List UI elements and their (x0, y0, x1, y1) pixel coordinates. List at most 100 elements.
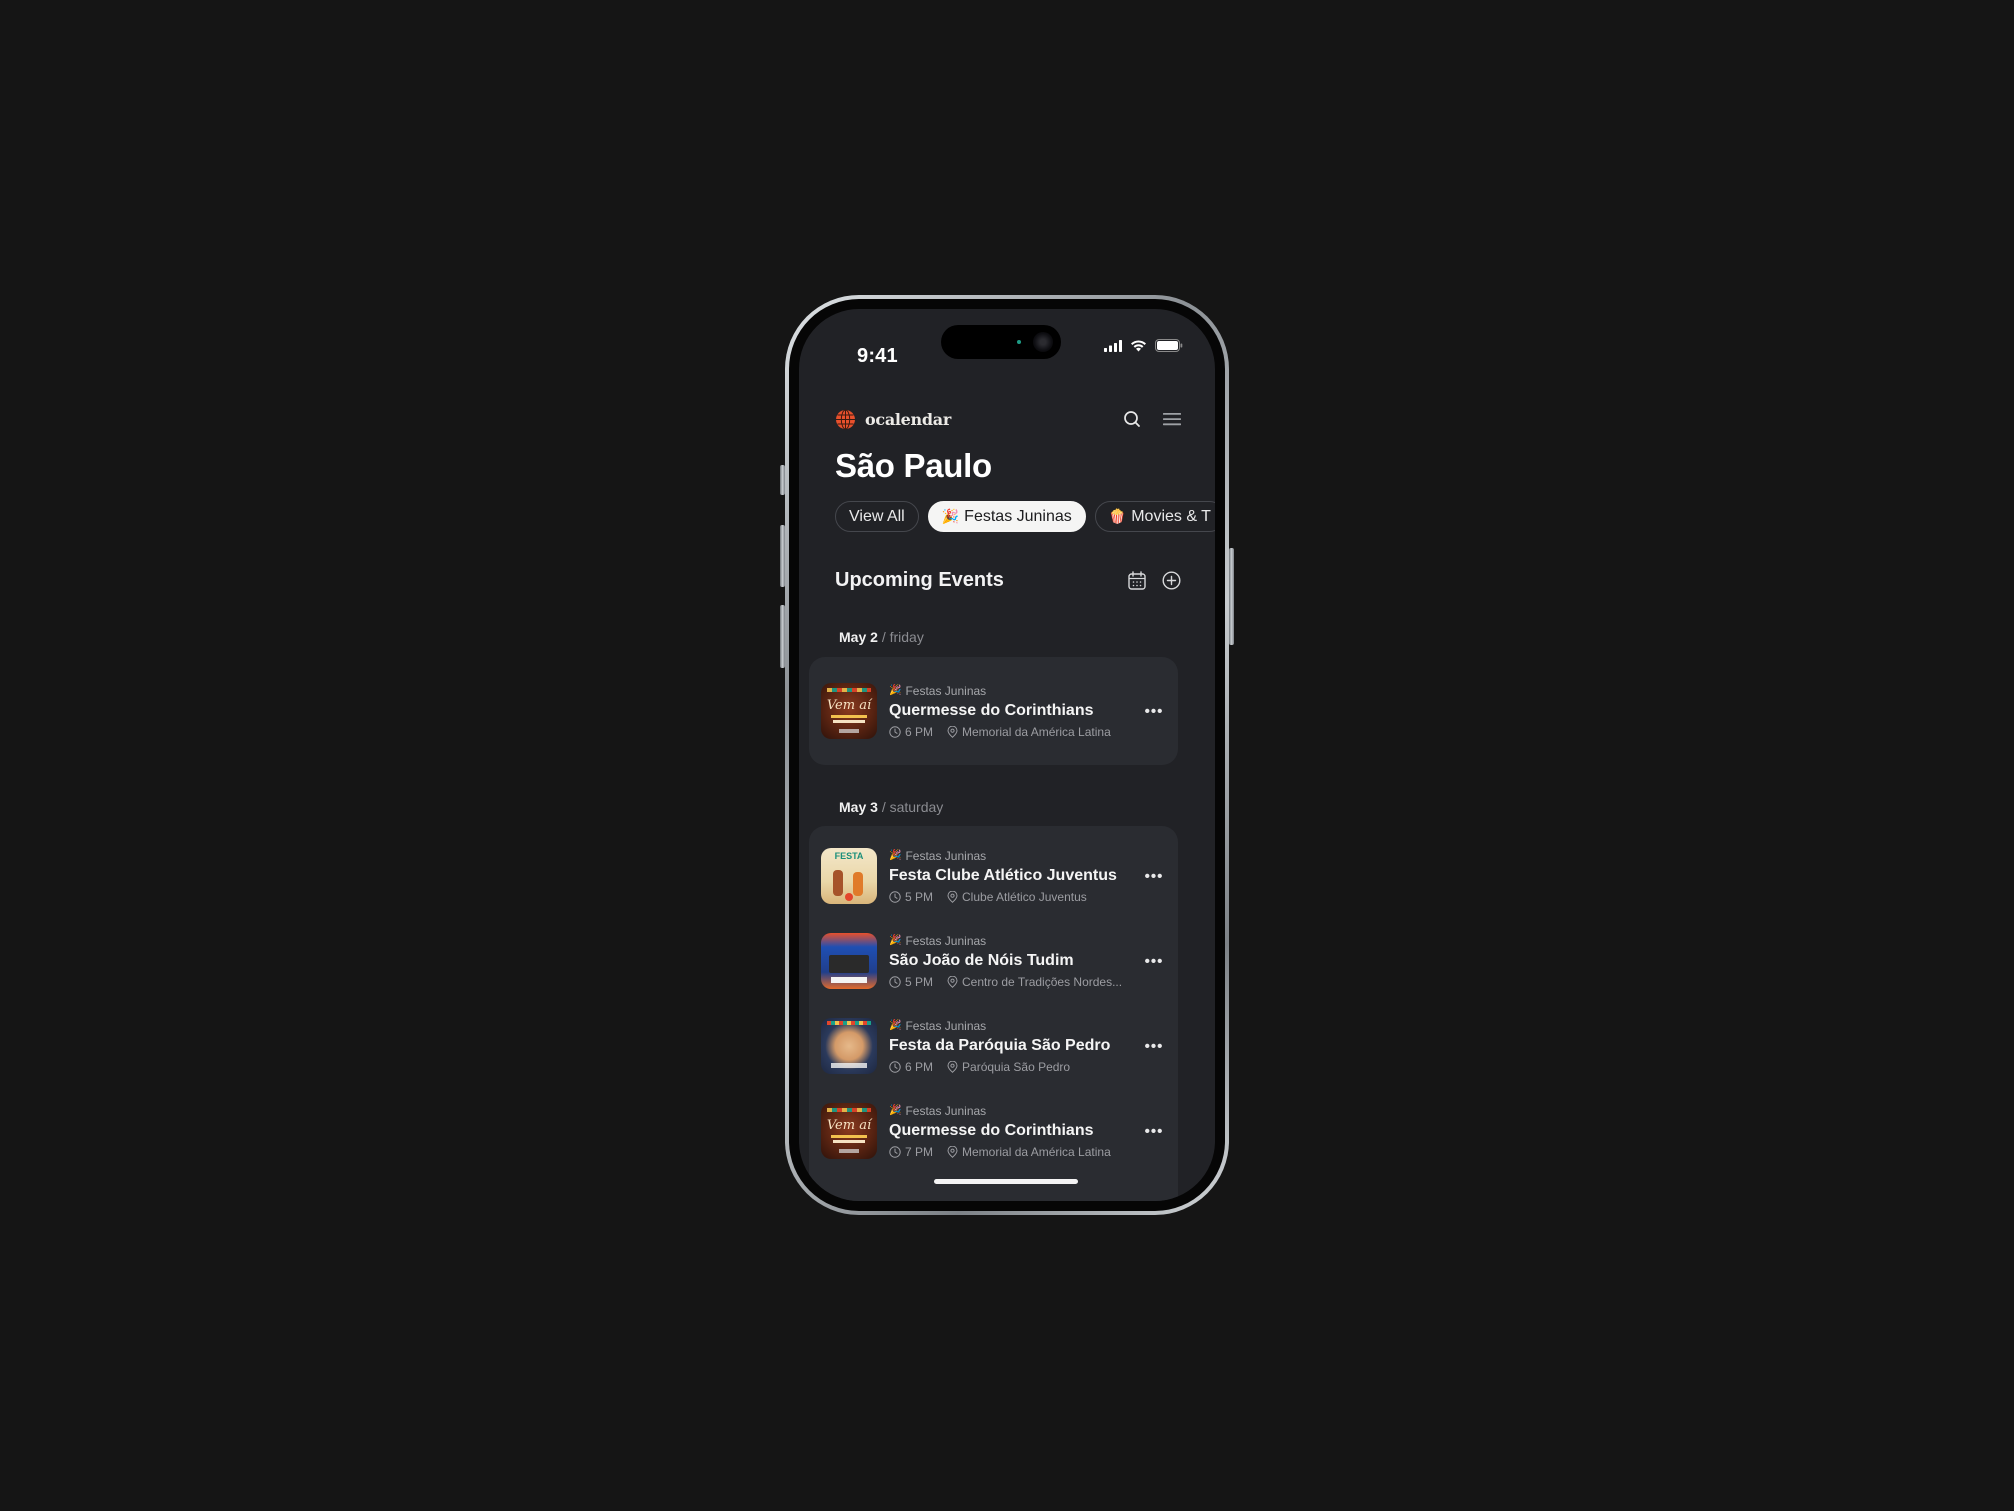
event-venue: Clube Atlético Juventus (962, 889, 1087, 904)
filter-chip-view-all[interactable]: View All (835, 501, 919, 532)
location-pin-icon (947, 975, 958, 988)
event-title[interactable]: Festa da Paróquia São Pedro (889, 1037, 1136, 1055)
section-title: Upcoming Events (835, 568, 1004, 591)
city-title: São Paulo (835, 447, 992, 484)
popcorn-icon: 🍿 (1108, 508, 1127, 524)
status-icons (1104, 339, 1183, 352)
category-label: Festas Juninas (905, 1018, 987, 1033)
more-options-button[interactable]: ••• (1142, 1034, 1166, 1058)
chip-label: Festas Juninas (964, 507, 1072, 525)
event-item[interactable]: Vem aí 🎉 Festas Juninas Quermesse do Cor… (821, 1096, 1166, 1166)
event-category: 🎉 Festas Juninas (889, 849, 1136, 863)
event-meta: 6 PM Memorial da América Latina (889, 725, 1136, 739)
indicator-dot (1017, 340, 1021, 344)
filter-chip-movies[interactable]: 🍿 Movies & T (1094, 501, 1215, 532)
day-events-card: FESTA 🎉 Festas Juninas Festa Clube Atlét… (809, 826, 1178, 1201)
location-pin-icon (947, 725, 958, 738)
event-item[interactable]: 🎉 Festas Juninas São João de Nóis Tudim … (821, 926, 1166, 996)
app-header: ocalendar (835, 399, 1181, 439)
date-heading: May 2 / friday (839, 629, 924, 645)
dynamic-island (941, 325, 1061, 359)
event-time: 7 PM (905, 1144, 934, 1159)
location-pin-icon (947, 890, 958, 903)
wifi-icon (1131, 339, 1146, 351)
event-meta: 7 PM Memorial da América Latina (889, 1145, 1136, 1159)
event-venue: Memorial da América Latina (962, 724, 1111, 739)
chip-label: View All (849, 507, 905, 525)
event-venue: Paróquia São Pedro (962, 1059, 1071, 1074)
event-thumbnail-saopedro (821, 1018, 877, 1074)
party-popper-icon: 🎉 (889, 685, 902, 696)
more-options-button[interactable]: ••• (1142, 1119, 1166, 1143)
phone-bezel: 9:41 ocalendar São Paulo View All 🎉 Fest… (789, 299, 1225, 1211)
party-popper-icon: 🎉 (889, 1105, 902, 1116)
party-popper-icon: 🎉 (889, 935, 902, 946)
more-options-button[interactable]: ••• (1142, 949, 1166, 973)
add-circle-icon[interactable] (1162, 570, 1181, 590)
more-options-button[interactable]: ••• (1142, 699, 1166, 723)
event-item[interactable]: 🎉 Festas Juninas Festa da Paróquia São P… (821, 1011, 1166, 1081)
chip-label: Movies & T (1131, 507, 1211, 525)
date-text: May 2 (839, 629, 878, 645)
camera-icon (1033, 332, 1053, 352)
cellular-signal-icon (1104, 339, 1122, 352)
date-heading: May 3 / saturday (839, 799, 943, 815)
phone-frame: 9:41 ocalendar São Paulo View All 🎉 Fest… (785, 295, 1229, 1215)
menu-icon[interactable] (1163, 411, 1181, 427)
event-venue: Memorial da América Latina (962, 1144, 1111, 1159)
search-icon[interactable] (1123, 410, 1141, 428)
app-screen: 9:41 ocalendar São Paulo View All 🎉 Fest… (799, 309, 1215, 1201)
home-indicator[interactable] (934, 1179, 1078, 1184)
category-label: Festas Juninas (905, 1103, 987, 1118)
status-time: 9:41 (857, 345, 898, 367)
clock-icon (889, 975, 901, 988)
event-title[interactable]: Quermesse do Corinthians (889, 1122, 1136, 1140)
event-category: 🎉 Festas Juninas (889, 684, 1136, 698)
filter-chip-festas-juninas[interactable]: 🎉 Festas Juninas (927, 501, 1086, 532)
location-pin-icon (947, 1060, 958, 1073)
location-pin-icon (947, 1145, 958, 1158)
category-filter-chips: View All 🎉 Festas Juninas 🍿 Movies & T (835, 501, 1215, 532)
calendar-icon[interactable] (1128, 570, 1146, 590)
weekday-text: / friday (881, 629, 924, 645)
event-thumbnail-juventus: FESTA (821, 848, 877, 904)
event-thumbnail-corinthians: Vem aí (821, 1103, 877, 1159)
event-thumbnail-nordestino (821, 933, 877, 989)
clock-icon (889, 1060, 901, 1073)
event-time: 6 PM (905, 1059, 934, 1074)
event-thumbnail-corinthians: Vem aí (821, 683, 877, 739)
party-popper-icon: 🎉 (941, 508, 960, 524)
event-category: 🎉 Festas Juninas (889, 934, 1136, 948)
more-options-button[interactable]: ••• (1142, 864, 1166, 888)
app-logo-text[interactable]: ocalendar (865, 410, 951, 429)
weekday-text: / saturday (881, 799, 944, 815)
event-time: 6 PM (905, 724, 934, 739)
party-popper-icon: 🎉 (889, 850, 902, 861)
event-meta: 6 PM Paróquia São Pedro (889, 1060, 1136, 1074)
event-title[interactable]: Quermesse do Corinthians (889, 702, 1136, 720)
event-category: 🎉 Festas Juninas (889, 1019, 1136, 1033)
clock-icon (889, 890, 901, 903)
category-label: Festas Juninas (905, 848, 987, 863)
event-time: 5 PM (905, 889, 934, 904)
globe-logo-icon[interactable] (835, 409, 856, 430)
event-venue: Centro de Tradições Nordes... (962, 974, 1123, 989)
party-popper-icon: 🎉 (889, 1020, 902, 1031)
event-item[interactable]: Vem aí 🎉 Festas Juninas Quermesse do Cor… (821, 676, 1166, 746)
upcoming-events-header: Upcoming Events (835, 565, 1181, 595)
day-events-card: Vem aí 🎉 Festas Juninas Quermesse do Cor… (809, 657, 1178, 765)
category-label: Festas Juninas (905, 683, 987, 698)
event-time: 5 PM (905, 974, 934, 989)
category-label: Festas Juninas (905, 933, 987, 948)
event-meta: 5 PM Centro de Tradições Nordes... (889, 975, 1136, 989)
clock-icon (889, 725, 901, 738)
event-item[interactable]: FESTA 🎉 Festas Juninas Festa Clube Atlét… (821, 841, 1166, 911)
event-category: 🎉 Festas Juninas (889, 1104, 1136, 1118)
battery-icon (1155, 339, 1183, 352)
event-title[interactable]: Festa Clube Atlético Juventus (889, 867, 1136, 885)
event-title[interactable]: São João de Nóis Tudim (889, 952, 1136, 970)
event-meta: 5 PM Clube Atlético Juventus (889, 890, 1136, 904)
date-text: May 3 (839, 799, 878, 815)
clock-icon (889, 1145, 901, 1158)
power-button[interactable] (1229, 548, 1234, 645)
